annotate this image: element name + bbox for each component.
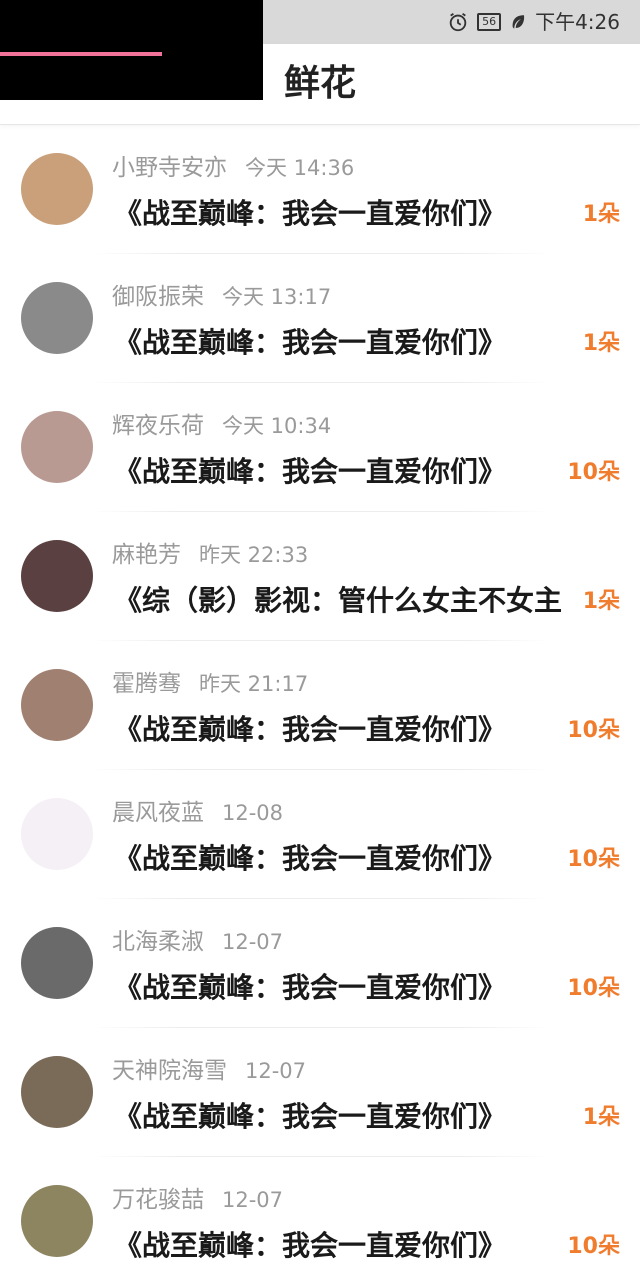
book-title[interactable]: 《综（影）影视：管什么女主不女主 [114,582,569,620]
redacted-area [0,0,263,100]
sender-name: 霍腾骞 [112,671,181,697]
flower-meta: 辉夜乐荷 今天 10:34 [112,411,331,441]
flower-meta: 小野寺安亦 今天 14:36 [112,153,354,183]
flower-row[interactable]: 晨风夜蓝 12-08 《战至巅峰：我会一直爱你们》 10朵 [0,770,640,899]
flower-row[interactable]: 北海柔淑 12-07 《战至巅峰：我会一直爱你们》 10朵 [0,899,640,1028]
book-title[interactable]: 《战至巅峰：我会一直爱你们》 [114,840,569,878]
flower-row[interactable]: 辉夜乐荷 今天 10:34 《战至巅峰：我会一直爱你们》 10朵 [0,383,640,512]
sent-time: 12-07 [245,1059,307,1083]
flower-row[interactable]: 万花骏喆 12-07 《战至巅峰：我会一直爱你们》 10朵 [0,1157,640,1286]
flower-count: 1朵 [582,331,620,356]
status-icons: 56 下午4:26 [447,9,620,35]
sent-time: 12-08 [222,801,284,825]
avatar[interactable] [21,798,93,870]
book-title[interactable]: 《战至巅峰：我会一直爱你们》 [114,324,569,362]
flower-count: 10朵 [567,460,620,485]
flower-row[interactable]: 霍腾骞 昨天 21:17 《战至巅峰：我会一直爱你们》 10朵 [0,641,640,770]
flower-count: 10朵 [567,976,620,1001]
flower-row[interactable]: 御阪振荣 今天 13:17 《战至巅峰：我会一直爱你们》 1朵 [0,254,640,383]
avatar[interactable] [21,153,93,225]
sent-time: 今天 13:17 [222,285,332,309]
book-title[interactable]: 《战至巅峰：我会一直爱你们》 [114,969,569,1007]
flower-meta: 御阪振荣 今天 13:17 [112,282,331,312]
book-title[interactable]: 《战至巅峰：我会一直爱你们》 [114,711,569,749]
flower-meta: 北海柔淑 12-07 [112,927,283,957]
flower-count: 1朵 [582,589,620,614]
progress-accent [0,52,162,56]
flower-count: 10朵 [567,847,620,872]
flower-meta: 霍腾骞 昨天 21:17 [112,669,308,699]
flower-row[interactable]: 天神院海雪 12-07 《战至巅峰：我会一直爱你们》 1朵 [0,1028,640,1157]
avatar[interactable] [21,1185,93,1257]
flower-count: 10朵 [567,1234,620,1259]
sender-name: 晨风夜蓝 [112,800,204,826]
flower-list: 小野寺安亦 今天 14:36 《战至巅峰：我会一直爱你们》 1朵 御阪振荣 今天 1… [0,125,640,1286]
sent-time: 12-07 [222,1188,284,1212]
sent-time: 昨天 21:17 [199,672,309,696]
avatar[interactable] [21,411,93,483]
book-title[interactable]: 《战至巅峰：我会一直爱你们》 [114,1227,569,1265]
alarm-icon [449,12,467,32]
flower-count: 1朵 [582,202,620,227]
sent-time: 昨天 22:33 [199,543,309,567]
flower-row[interactable]: 小野寺安亦 今天 14:36 《战至巅峰：我会一直爱你们》 1朵 [0,125,640,254]
flower-meta: 晨风夜蓝 12-08 [112,798,283,828]
flower-count: 10朵 [567,718,620,743]
sender-name: 天神院海雪 [112,1058,227,1084]
sent-time: 今天 14:36 [245,156,355,180]
book-title[interactable]: 《战至巅峰：我会一直爱你们》 [114,195,569,233]
flower-row[interactable]: 麻艳芳 昨天 22:33 《综（影）影视：管什么女主不女主 1朵 [0,512,640,641]
sender-name: 北海柔淑 [112,929,204,955]
status-time: 下午4:26 [535,10,620,34]
avatar[interactable] [21,540,93,612]
sender-name: 万花骏喆 [112,1187,204,1213]
avatar[interactable] [21,1056,93,1128]
sender-name: 辉夜乐荷 [112,413,204,439]
flower-meta: 天神院海雪 12-07 [112,1056,306,1086]
book-title[interactable]: 《战至巅峰：我会一直爱你们》 [114,1098,569,1136]
leaf-icon [512,15,525,29]
sent-time: 12-07 [222,930,284,954]
flower-count: 1朵 [582,1105,620,1130]
flower-meta: 麻艳芳 昨天 22:33 [112,540,308,570]
sender-name: 御阪振荣 [112,284,204,310]
sender-name: 麻艳芳 [112,542,181,568]
avatar[interactable] [21,282,93,354]
avatar[interactable] [21,669,93,741]
sender-name: 小野寺安亦 [112,155,227,181]
signal-badge: 56 [477,13,502,31]
book-title[interactable]: 《战至巅峰：我会一直爱你们》 [114,453,569,491]
sent-time: 今天 10:34 [222,414,332,438]
flower-meta: 万花骏喆 12-07 [112,1185,283,1215]
avatar[interactable] [21,927,93,999]
